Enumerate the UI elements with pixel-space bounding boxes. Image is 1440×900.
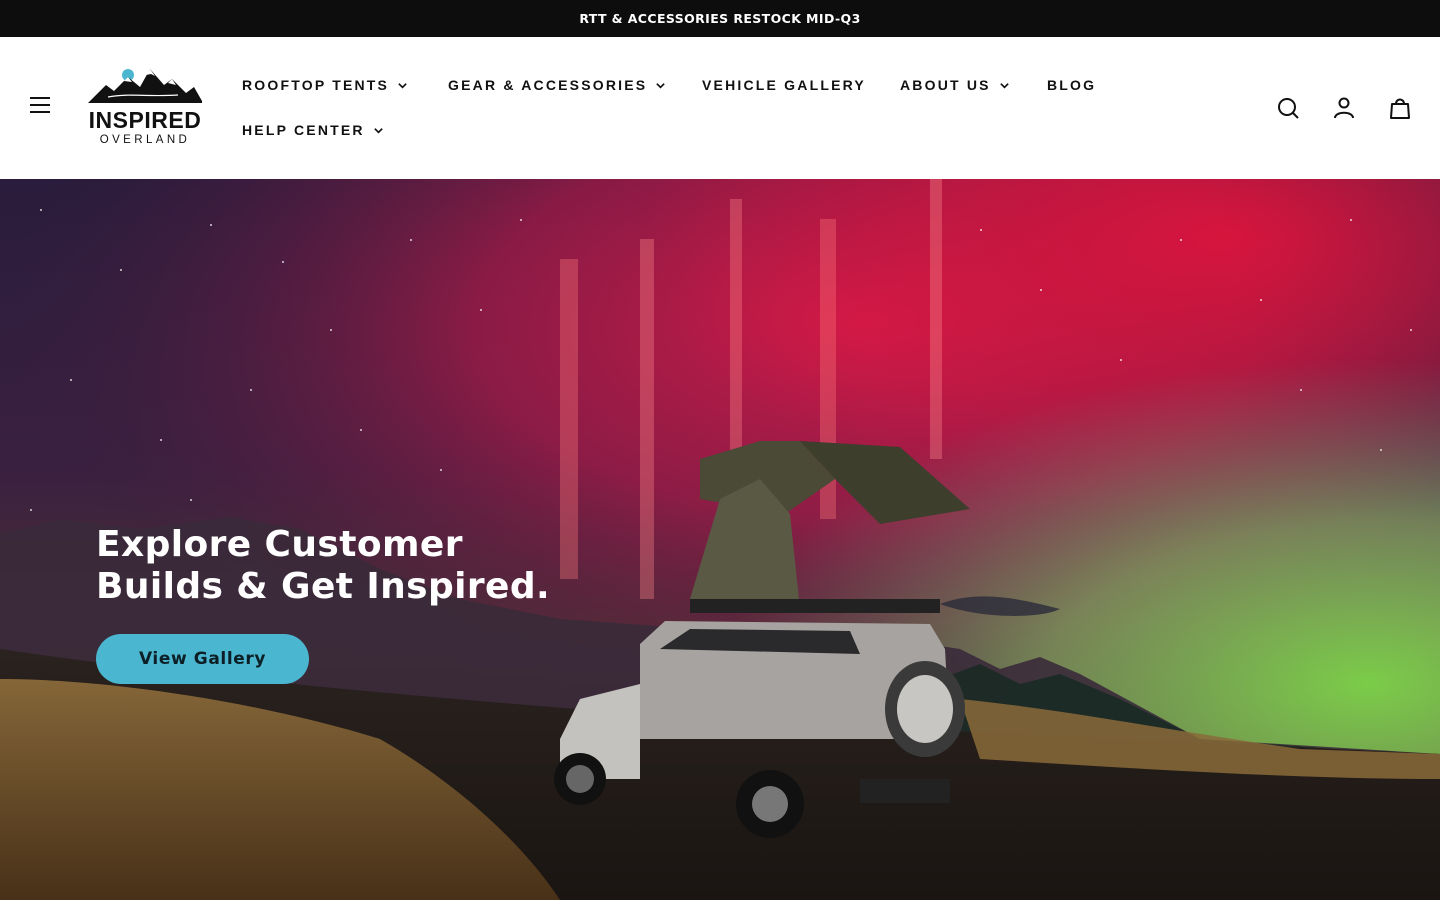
hero-title: Explore Customer Builds & Get Inspired.	[96, 524, 616, 608]
nav-item-help-center[interactable]: HELP CENTER	[242, 122, 384, 138]
nav-item-rooftop-tents[interactable]: ROOFTOP TENTS	[242, 77, 408, 93]
chevron-down-icon	[656, 82, 666, 89]
site-logo[interactable]: INSPIRED OVERLAND	[84, 67, 206, 151]
search-icon[interactable]	[1276, 96, 1300, 120]
nav-item-gear-accessories[interactable]: GEAR & ACCESSORIES	[448, 77, 666, 93]
nav-item-label: BLOG	[1047, 77, 1097, 93]
mountain-logo-icon	[88, 69, 202, 103]
nav-item-vehicle-gallery[interactable]: VEHICLE GALLERY	[702, 77, 866, 93]
hero-title-line-2: Builds & Get Inspired.	[96, 566, 551, 607]
nav-item-about-us[interactable]: ABOUT US	[900, 77, 1010, 93]
nav-item-label: ABOUT US	[900, 77, 991, 93]
nav-item-blog[interactable]: BLOG	[1047, 77, 1096, 93]
view-gallery-button[interactable]: View Gallery	[96, 634, 309, 684]
announcement-text: RTT & ACCESSORIES RESTOCK MID-Q3	[579, 11, 861, 26]
chevron-down-icon	[373, 127, 383, 134]
announcement-bar: RTT & ACCESSORIES RESTOCK MID-Q3	[0, 0, 1440, 37]
nav-item-label: GEAR & ACCESSORIES	[448, 77, 648, 93]
main-nav: ROOFTOP TENTS GEAR & ACCESSORIES VEHICLE…	[242, 37, 1162, 179]
nav-item-label: HELP CENTER	[242, 122, 365, 138]
nav-item-label: ROOFTOP TENTS	[242, 77, 390, 93]
chevron-down-icon	[398, 82, 407, 89]
cart-icon[interactable]	[1388, 96, 1412, 120]
hero-banner: Explore Customer Builds & Get Inspired. …	[0, 179, 1440, 900]
hero-title-line-1: Explore Customer	[96, 524, 463, 565]
logo-tagline: OVERLAND	[99, 134, 191, 146]
chevron-down-icon	[999, 82, 1009, 89]
nav-item-label: VEHICLE GALLERY	[702, 77, 866, 93]
account-icon[interactable]	[1332, 96, 1356, 120]
site-header: INSPIRED OVERLAND ROOFTOP TENTS GEAR & A…	[0, 37, 1440, 179]
hamburger-menu-icon[interactable]	[28, 97, 52, 119]
logo-name: INSPIRED	[88, 107, 202, 133]
